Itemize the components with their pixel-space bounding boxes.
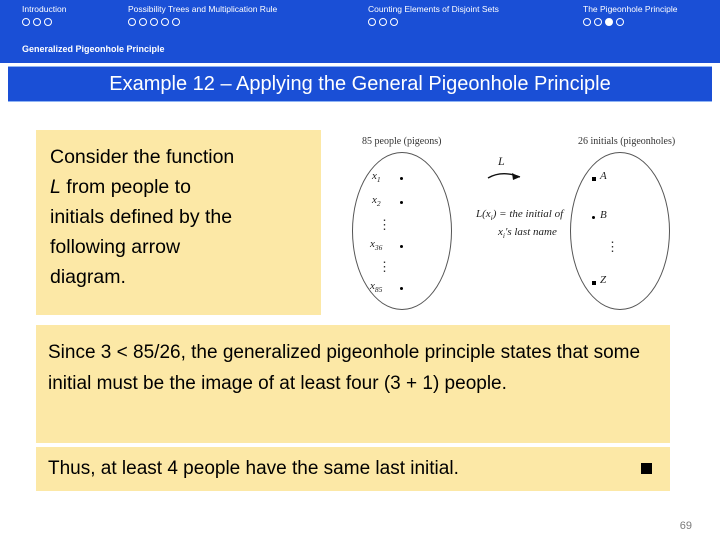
nav-section-label: Possibility Trees and Multiplication Rul… xyxy=(128,4,278,14)
nav-subsection-label: Generalized Pigeonhole Principle xyxy=(22,44,165,54)
figure-right-caption: 26 initials (pigeonholes) xyxy=(578,136,676,147)
intro-line-4: following arrow xyxy=(50,236,181,258)
function-arrow-label: L xyxy=(498,154,505,168)
progress-dot xyxy=(583,18,591,26)
end-of-proof-square-icon xyxy=(641,463,652,474)
domain-ellipsis-top: ⋮ xyxy=(378,217,391,232)
function-definition-line-1: L(xi) = the initial of xyxy=(476,208,564,223)
codomain-element-B: B xyxy=(600,209,607,221)
progress-dot-current xyxy=(605,18,613,26)
page-title: Example 12 – Applying the General Pigeon… xyxy=(109,72,611,95)
progress-dot xyxy=(128,18,136,26)
progress-dot xyxy=(44,18,52,26)
progress-dot xyxy=(616,18,624,26)
slide-title-bar: Example 12 – Applying the General Pigeon… xyxy=(8,66,712,102)
domain-element-x1: x1 xyxy=(372,170,381,185)
arrow-diagram-figure: 85 people (pigeons) 26 initials (pigeonh… xyxy=(330,128,706,318)
progress-dot xyxy=(172,18,180,26)
nav-section-label: The Pigeonhole Principle xyxy=(583,4,678,14)
nav-progress-dots-introduction xyxy=(22,18,66,26)
thus-text-box: Thus, at least 4 people have the same la… xyxy=(36,447,670,491)
progress-dot xyxy=(161,18,169,26)
intro-line-5: diagram. xyxy=(50,266,126,288)
domain-element-x36: x36 xyxy=(370,238,383,253)
nav-section-disjoint-sets[interactable]: Counting Elements of Disjoint Sets xyxy=(368,4,499,26)
thus-paragraph: Thus, at least 4 people have the same la… xyxy=(48,458,459,479)
codomain-element-A: A xyxy=(600,170,607,182)
page-number: 69 xyxy=(679,520,692,532)
intro-text-box: Consider the function L from people to i… xyxy=(36,130,321,315)
nav-progress-dots-possibility-trees xyxy=(128,18,277,26)
nav-section-introduction[interactable]: Introduction xyxy=(22,4,66,26)
progress-dot xyxy=(379,18,387,26)
domain-ellipsis-bottom: ⋮ xyxy=(378,259,391,274)
nav-section-pigeonhole-principle[interactable]: The Pigeonhole Principle xyxy=(583,4,678,26)
intro-line-2-rest: from people to xyxy=(60,176,191,198)
nav-section-possibility-trees[interactable]: Possibility Trees and Multiplication Rul… xyxy=(128,4,277,26)
top-navigation-bar: Introduction Possibility Trees and Multi… xyxy=(0,0,720,63)
codomain-element-Z: Z xyxy=(600,274,607,286)
intro-line-2: L from people to xyxy=(50,172,307,202)
intro-line-1: Consider the function xyxy=(50,146,235,168)
function-symbol-L: L xyxy=(50,176,61,198)
progress-dot xyxy=(594,18,602,26)
nav-section-label: Counting Elements of Disjoint Sets xyxy=(368,4,499,14)
function-definition-line-2: xi's last name xyxy=(498,226,557,241)
codomain-point-B xyxy=(592,216,595,219)
progress-dot xyxy=(139,18,147,26)
nav-section-list: Introduction Possibility Trees and Multi… xyxy=(0,0,720,40)
nav-progress-dots-pigeonhole-principle xyxy=(583,18,678,26)
domain-point-x2 xyxy=(400,201,403,204)
nav-section-label: Introduction xyxy=(22,4,67,14)
progress-dot xyxy=(368,18,376,26)
since-text-box: Since 3 < 85/26, the generalized pigeonh… xyxy=(36,325,670,443)
since-paragraph: Since 3 < 85/26, the generalized pigeonh… xyxy=(48,342,641,394)
domain-element-x2: x2 xyxy=(372,194,381,209)
codomain-point-Z xyxy=(592,281,596,285)
figure-left-caption: 85 people (pigeons) xyxy=(362,136,442,147)
intro-line-3: initials defined by the xyxy=(50,206,233,228)
codomain-point-A xyxy=(592,177,596,181)
domain-point-x85 xyxy=(400,287,403,290)
nav-progress-dots-disjoint-sets xyxy=(368,18,499,26)
domain-point-x1 xyxy=(400,177,403,180)
progress-dot xyxy=(150,18,158,26)
progress-dot xyxy=(390,18,398,26)
codomain-ellipsis: ⋮ xyxy=(606,239,619,254)
progress-dot xyxy=(33,18,41,26)
progress-dot xyxy=(22,18,30,26)
intro-paragraph: Consider the function L from people to i… xyxy=(50,142,307,292)
codomain-oval xyxy=(570,152,670,310)
domain-element-x85: x85 xyxy=(370,280,383,295)
domain-point-x36 xyxy=(400,245,403,248)
